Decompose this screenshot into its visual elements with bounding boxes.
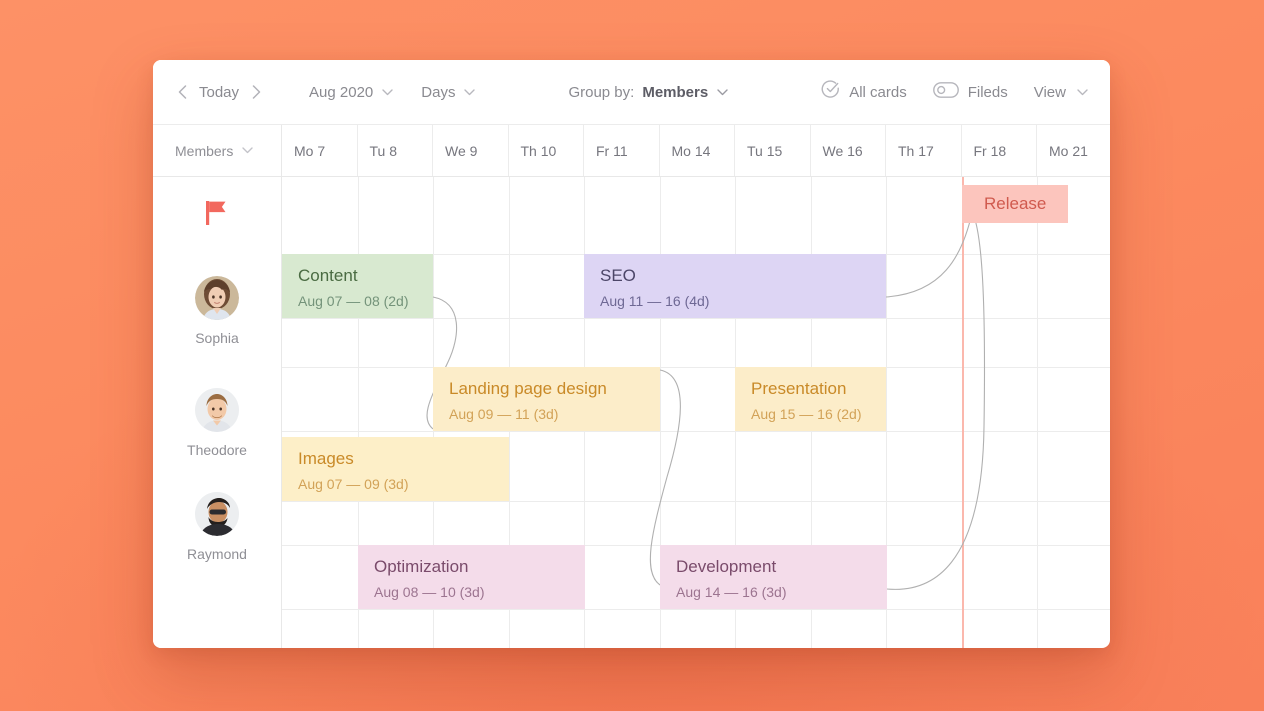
task-card[interactable]: SEO Aug 11 — 16 (4d) [584, 254, 886, 318]
avatar [195, 275, 239, 320]
day-header[interactable]: Mo 7 [282, 125, 358, 176]
day-headers: Mo 7 Tu 8 We 9 Th 10 Fr 11 Mo 14 Tu 15 We 16 Th … [282, 125, 1110, 176]
column-gridline [1037, 177, 1038, 648]
release-label: Release [984, 194, 1047, 213]
day-header[interactable]: Tu 15 [735, 125, 811, 176]
task-dates: Aug 11 — 16 (4d) [600, 293, 710, 309]
chevron-down-icon [242, 147, 254, 154]
task-card[interactable]: Development Aug 14 — 16 (3d) [660, 545, 887, 609]
row-gridline [282, 431, 1110, 432]
member-row-sophia: Sophia [153, 254, 281, 367]
month-label: Aug 2020 [309, 83, 374, 101]
today-marker-line [962, 177, 964, 648]
milestone-row-header [153, 177, 281, 254]
toolbar-actions: All cards Fileds View [821, 80, 1088, 104]
member-name: Theodore [187, 441, 247, 458]
task-title: SEO [600, 266, 636, 285]
row-gridline [282, 501, 1110, 502]
task-title: Landing page design [449, 379, 607, 398]
members-column-label: Members [175, 142, 234, 159]
chevron-down-icon [464, 88, 476, 96]
member-row-raymond: Raymond [153, 478, 281, 648]
day-header[interactable]: Th 17 [886, 125, 962, 176]
task-dates: Aug 07 — 08 (2d) [298, 293, 409, 309]
all-cards-label: All cards [849, 83, 907, 101]
day-header[interactable]: We 9 [433, 125, 509, 176]
date-navigation: Today [171, 81, 267, 103]
members-column: Sophia Theodore Raymond [153, 177, 282, 648]
task-title: Content [298, 266, 358, 285]
chevron-down-icon [717, 88, 728, 96]
row-gridline [282, 318, 1110, 319]
member-name: Raymond [187, 546, 247, 562]
group-by-selector[interactable]: Group by: Members [568, 84, 728, 101]
row-gridline [282, 367, 1110, 368]
check-circle-icon [821, 80, 840, 104]
day-header[interactable]: Tu 8 [358, 125, 433, 176]
toolbar: Today Aug 2020 Days Group by: Members Al… [153, 60, 1110, 125]
task-dates: Aug 09 — 11 (3d) [449, 406, 559, 422]
toggle-icon [932, 81, 959, 103]
member-row-theodore: Theodore [153, 367, 281, 478]
fields-button[interactable]: Fileds [932, 81, 1008, 103]
today-button[interactable]: Today [199, 84, 239, 101]
task-dates: Aug 14 — 16 (3d) [676, 584, 787, 600]
day-header[interactable]: We 16 [811, 125, 886, 176]
task-card[interactable]: Optimization Aug 08 — 10 (3d) [358, 545, 585, 609]
scale-selector[interactable]: Days [421, 83, 476, 101]
member-name: Sophia [195, 329, 239, 346]
task-dates: Aug 07 — 09 (3d) [298, 476, 409, 492]
task-title: Development [676, 557, 777, 576]
members-column-header[interactable]: Members [153, 125, 282, 176]
timeline-header: Members Mo 7 Tu 8 We 9 Th 10 Fr 11 Mo 14 Tu 15… [153, 125, 1110, 177]
all-cards-button[interactable]: All cards [821, 80, 907, 104]
task-card[interactable]: Content Aug 07 — 08 (2d) [282, 254, 433, 318]
group-by-value: Members [642, 83, 709, 101]
chevron-down-icon [382, 88, 393, 96]
chevron-down-icon [1077, 88, 1088, 96]
chevron-left-icon[interactable] [171, 81, 193, 103]
fields-label: Fileds [967, 83, 1008, 101]
flag-icon [206, 201, 228, 230]
view-button[interactable]: View [1034, 84, 1088, 101]
month-selector[interactable]: Aug 2020 [309, 84, 393, 101]
row-gridline [282, 609, 1110, 610]
day-header[interactable]: Mo 21 [1037, 125, 1110, 176]
gantt-window: Today Aug 2020 Days Group by: Members Al… [153, 60, 1110, 648]
scale-label: Days [421, 83, 456, 101]
task-card[interactable]: Presentation Aug 15 — 16 (2d) [735, 367, 886, 431]
timeline-body: Sophia Theodore Raymond Content Aug 07 —… [153, 177, 1110, 648]
release-milestone-bar[interactable]: Release [962, 185, 1068, 223]
task-card[interactable]: Images Aug 07 — 09 (3d) [282, 437, 509, 501]
view-label: View [1033, 83, 1066, 101]
task-dates: Aug 08 — 10 (3d) [374, 584, 485, 600]
avatar [195, 387, 239, 432]
day-header[interactable]: Mo 14 [660, 125, 735, 176]
day-header[interactable]: Th 10 [509, 125, 584, 176]
day-header[interactable]: Fr 18 [962, 125, 1037, 176]
task-title: Presentation [751, 379, 847, 398]
timeline-canvas[interactable]: Content Aug 07 — 08 (2d) SEO Aug 11 — 16 (4… [282, 177, 1110, 648]
chevron-right-icon[interactable] [245, 81, 267, 103]
task-dates: Aug 15 — 16 (2d) [751, 406, 862, 422]
group-by-label: Group by: [568, 83, 635, 101]
task-card[interactable]: Landing page design Aug 09 — 11 (3d) [433, 367, 660, 431]
task-title: Images [298, 449, 354, 468]
day-header[interactable]: Fr 11 [584, 125, 660, 176]
task-title: Optimization [374, 557, 469, 576]
avatar [195, 492, 239, 536]
